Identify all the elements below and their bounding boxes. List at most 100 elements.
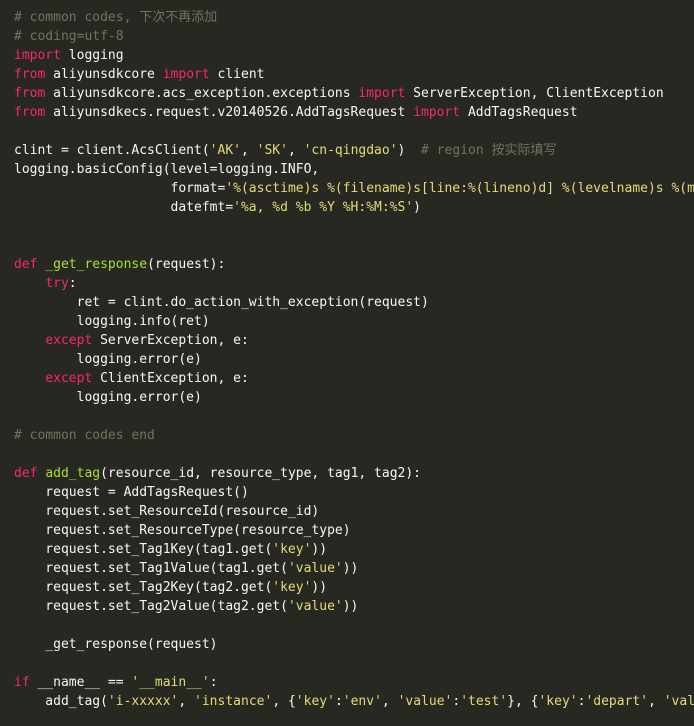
code-line: datefmt='%a, %d %b %Y %H:%M:%S') bbox=[14, 198, 694, 217]
code-text: )) bbox=[311, 542, 328, 557]
code-text: add_tag( bbox=[14, 694, 108, 709]
string-token: 'cn-qingdao' bbox=[303, 143, 398, 158]
code-text: AddTagsRequest bbox=[460, 105, 578, 120]
code-line: add_tag('i-xxxxx', 'instance', {'key':'e… bbox=[14, 692, 694, 711]
code-line: if __name__ == '__main__': bbox=[14, 673, 694, 692]
string-token: 'value' bbox=[287, 561, 343, 576]
comment-token: # coding=utf-8 bbox=[14, 29, 124, 44]
code-text: request.set_ResourceType(resource_type) bbox=[14, 523, 351, 538]
keyword-token: if bbox=[14, 675, 30, 690]
keyword-token: except bbox=[45, 333, 93, 348]
code-text: , { bbox=[272, 694, 296, 709]
string-token: 'value' bbox=[287, 599, 343, 614]
code-text: __name__ == bbox=[29, 675, 132, 690]
code-line: import logging bbox=[14, 46, 694, 65]
code-text: , bbox=[178, 694, 195, 709]
code-line: _get_response(request) bbox=[14, 635, 694, 654]
code-text: (request): bbox=[147, 257, 226, 272]
code-line: request = AddTagsRequest() bbox=[14, 483, 694, 502]
code-text: request.set_Tag1Key(tag1.get( bbox=[14, 542, 273, 557]
code-text: (resource_id, resource_type, tag1, tag2)… bbox=[100, 466, 422, 481]
comment-token: # common codes end bbox=[14, 428, 155, 443]
code-text: request.set_Tag2Value(tag2.get( bbox=[14, 599, 288, 614]
keyword-token: import bbox=[358, 86, 406, 101]
code-line: from aliyunsdkcore import client bbox=[14, 65, 694, 84]
keyword-token: from bbox=[14, 105, 46, 120]
string-token: 'value' bbox=[397, 694, 453, 709]
code-text: request.set_ResourceId(resource_id) bbox=[14, 504, 320, 519]
code-line: def _get_response(request): bbox=[14, 255, 694, 274]
code-text: }, { bbox=[507, 694, 539, 709]
code-text: request = AddTagsRequest() bbox=[14, 485, 249, 500]
code-text: ClientException, e: bbox=[92, 371, 249, 386]
code-text: aliyunsdkecs.request.v20140526.AddTagsRe… bbox=[45, 105, 414, 120]
code-text: ) bbox=[397, 143, 422, 158]
code-text: request.set_Tag2Key(tag2.get( bbox=[14, 580, 273, 595]
code-line: logging.info(ret) bbox=[14, 312, 694, 331]
code-text: logging.error(e) bbox=[14, 390, 202, 405]
string-token: 'key' bbox=[272, 580, 312, 595]
code-text: ret = clint.do_action_with_exception(req… bbox=[14, 295, 429, 310]
string-token: 'AK' bbox=[209, 143, 241, 158]
code-text: clint = client.AcsClient( bbox=[14, 143, 210, 158]
keyword-token: try bbox=[45, 276, 69, 291]
string-token: 'key' bbox=[295, 694, 335, 709]
code-line: # common codes, 下次不再添加 bbox=[14, 8, 694, 27]
code-text: )) bbox=[342, 561, 359, 576]
code-line: try: bbox=[14, 274, 694, 293]
string-token: 'instance' bbox=[194, 694, 273, 709]
code-text: , bbox=[648, 694, 664, 709]
code-line: def add_tag(resource_id, resource_type, … bbox=[14, 464, 694, 483]
code-text: aliyunsdkcore bbox=[45, 67, 163, 82]
code-text: )) bbox=[342, 599, 359, 614]
code-text: ServerException, ClientException bbox=[405, 86, 664, 101]
code-text: )) bbox=[311, 580, 328, 595]
code-line: from aliyunsdkecs.request.v20140526.AddT… bbox=[14, 103, 694, 122]
code-text: logging bbox=[60, 48, 124, 63]
code-view: # common codes, 下次不再添加 # coding=utf-8 impo… bbox=[0, 0, 694, 726]
code-text: ServerException, e: bbox=[92, 333, 249, 348]
string-token: '%(asctime)s %(filename)s[line:%(lineno)… bbox=[225, 181, 694, 196]
code-line: logging.error(e) bbox=[14, 388, 694, 407]
string-token: 'depart' bbox=[585, 694, 649, 709]
code-text: logging.basicConfig(level=logging.INFO, bbox=[14, 162, 320, 177]
code-text: request.set_Tag1Value(tag1.get( bbox=[14, 561, 288, 576]
code-line: request.set_Tag1Key(tag1.get('key')) bbox=[14, 540, 694, 559]
code-line: # coding=utf-8 bbox=[14, 27, 694, 46]
code-text: logging.error(e) bbox=[14, 352, 202, 367]
keyword-token: import bbox=[14, 48, 61, 63]
function-name-token: _get_response bbox=[45, 257, 148, 272]
code-text: , bbox=[381, 694, 398, 709]
code-line: format='%(asctime)s %(filename)s[line:%(… bbox=[14, 179, 694, 198]
code-text: , bbox=[287, 143, 304, 158]
code-line: request.set_Tag2Value(tag2.get('value')) bbox=[14, 597, 694, 616]
code-text: logging.info(ret) bbox=[14, 314, 210, 329]
code-text: : bbox=[452, 694, 461, 709]
keyword-token: import bbox=[162, 67, 210, 82]
code-text: datefmt= bbox=[14, 200, 234, 215]
comment-token: # common codes, 下次不再添加 bbox=[14, 10, 218, 25]
string-token: 'value' bbox=[663, 694, 694, 709]
code-text: , bbox=[240, 143, 257, 158]
function-name-token: add_tag bbox=[45, 466, 101, 481]
code-line: request.set_Tag2Key(tag2.get('key')) bbox=[14, 578, 694, 597]
code-line: except ClientException, e: bbox=[14, 369, 694, 388]
code-text: client bbox=[209, 67, 265, 82]
code-line: except ServerException, e: bbox=[14, 331, 694, 350]
string-token: 'key' bbox=[272, 542, 312, 557]
string-token: 'SK' bbox=[256, 143, 288, 158]
string-token: 'test' bbox=[460, 694, 508, 709]
code-line: request.set_Tag1Value(tag1.get('value')) bbox=[14, 559, 694, 578]
keyword-token: def bbox=[14, 257, 38, 272]
keyword-token: except bbox=[45, 371, 93, 386]
code-line: ret = clint.do_action_with_exception(req… bbox=[14, 293, 694, 312]
code-line: clint = client.AcsClient('AK', 'SK', 'cn… bbox=[14, 141, 694, 160]
